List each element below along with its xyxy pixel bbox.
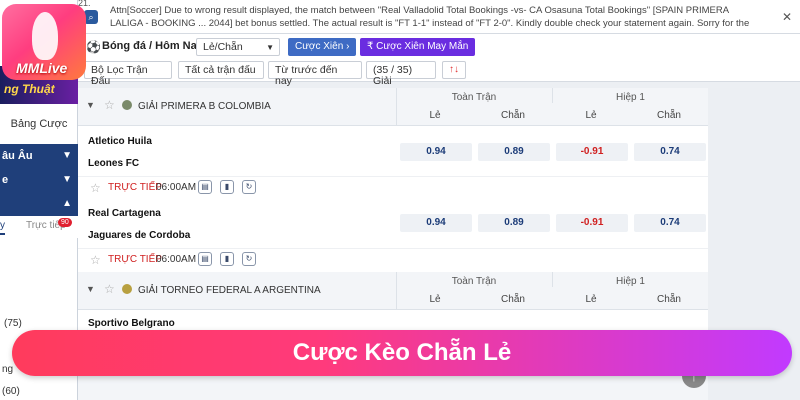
announcement-ticker: Attn[Soccer] Due to wrong result display…	[110, 5, 750, 29]
odd-column-header: Lẻ	[585, 110, 597, 121]
full-match-header: Toàn Trận	[451, 276, 497, 287]
lucky-icon: ₹	[367, 41, 374, 52]
league-header[interactable]: ▼ ☆ GIẢI PRIMERA B COLOMBIA Toàn Trận Hi…	[78, 88, 708, 126]
scoreboard-icon[interactable]: ▤	[198, 180, 212, 194]
match-time: 06:00AM	[156, 182, 197, 193]
odds-button[interactable]: -0.91	[556, 214, 628, 232]
match-time: 06:00AM	[156, 254, 197, 265]
sidebar-nav-label: e	[2, 174, 9, 186]
refresh-icon[interactable]: ↻	[242, 180, 256, 194]
league-name: GIẢI PRIMERA B COLOMBIA	[138, 101, 271, 112]
market-select[interactable]: Lẻ/Chẵn ▼	[196, 38, 280, 56]
full-match-header: Toàn Trận	[451, 92, 497, 103]
next-league-row	[78, 376, 708, 400]
home-team: Atletico Huila	[88, 136, 152, 147]
odds-button[interactable]: -0.91	[556, 143, 628, 161]
first-half-header: Hiệp 1	[552, 272, 708, 287]
league-header[interactable]: ▼ ☆ GIẢI TORNEO FEDERAL A ARGENTINA Toàn…	[78, 272, 708, 310]
breadcrumb[interactable]: Bóng đá / Hôm Nay	[102, 40, 203, 52]
odds-button[interactable]: 0.74	[634, 214, 706, 232]
all-matches-label: Tất cả trận đấu	[185, 64, 256, 76]
sidebar-nav-item-third[interactable]: ▲	[0, 192, 78, 216]
chevron-down-icon: ▼	[266, 43, 274, 52]
sidebar-nav-label: âu Âu	[2, 150, 33, 162]
stats-icon[interactable]: ▮	[220, 252, 234, 266]
odds-button[interactable]: 0.74	[634, 143, 706, 161]
logo-figure-icon	[32, 12, 58, 60]
search-icon[interactable]: ⌕	[84, 10, 98, 24]
live-label: TRỰC TIẾP	[108, 182, 162, 193]
lucky-parlay-button[interactable]: ₹ Cược Xiên May Mắn	[360, 38, 476, 56]
even-column-header: Chẵn	[657, 110, 681, 121]
odds-button[interactable]: 0.89	[478, 214, 550, 232]
soccer-ball-icon: ⚽	[86, 40, 101, 54]
match-filter-label: Bộ Lọc Trận Đấu	[91, 64, 148, 87]
sidebar-count: (75)	[4, 318, 22, 329]
chevron-down-icon[interactable]: ▼	[86, 284, 95, 294]
live-count-badge: 90	[58, 218, 72, 227]
favorite-star-icon[interactable]: ☆	[90, 181, 101, 195]
banner-title: Cược Kèo Chẵn Lẻ	[292, 339, 512, 366]
first-half-header: Hiệp 1	[552, 88, 708, 103]
lucky-parlay-label: Cược Xiên May Mắn	[376, 41, 469, 52]
league-name: GIẢI TORNEO FEDERAL A ARGENTINA	[138, 285, 321, 296]
chevron-down-icon[interactable]: ▼	[86, 100, 95, 110]
favorite-star-icon[interactable]: ☆	[104, 282, 115, 296]
live-label: TRỰC TIẾP	[108, 254, 162, 265]
time-order-label: Từ trước đến nay	[275, 64, 338, 87]
market-select-value: Lẻ/Chẵn	[203, 41, 243, 53]
sidebar-nav-item-second[interactable]: e ▼	[0, 168, 78, 192]
chevron-down-icon: ▼	[62, 174, 72, 185]
home-team: Sportivo Belgrano	[88, 318, 175, 329]
league-count: (35 / 35) Giải	[373, 64, 413, 87]
chevron-down-icon: ▼	[62, 150, 72, 161]
chevron-right-icon: ›	[346, 41, 350, 52]
favorite-star-icon[interactable]: ☆	[90, 253, 101, 267]
match-footer: ☆ TRỰC TIẾP 06:00AM ▤ ▮ ↻	[78, 248, 708, 270]
sort-icon[interactable]: ↑↓	[442, 61, 466, 79]
parlay-button[interactable]: Cược Xiên ›	[288, 38, 357, 56]
league-flag-icon	[122, 100, 132, 110]
time-order-select[interactable]: Từ trước đến nay	[268, 61, 362, 87]
away-team: Jaguares de Cordoba	[88, 230, 191, 241]
promo-text: ng Thuật	[4, 82, 55, 96]
stats-icon[interactable]: ▮	[220, 180, 234, 194]
odd-column-header: Lẻ	[429, 110, 441, 121]
scoreboard-icon[interactable]: ▤	[198, 252, 212, 266]
app-logo: MMLive	[2, 4, 86, 80]
odd-column-header: Lẻ	[585, 294, 597, 305]
refresh-icon[interactable]: ↻	[242, 252, 256, 266]
match-filter-select[interactable]: Bộ Lọc Trận Đấu	[84, 61, 172, 87]
odds-button[interactable]: 0.94	[400, 143, 472, 161]
sidebar-nav-item-europe[interactable]: âu Âu ▼	[0, 144, 78, 168]
league-count-button[interactable]: (35 / 35) Giải	[366, 61, 436, 87]
even-column-header: Chẵn	[501, 110, 525, 121]
odds-button[interactable]: 0.94	[400, 214, 472, 232]
all-matches-select[interactable]: Tất cả trận đấu	[178, 61, 264, 79]
league-flag-icon	[122, 284, 132, 294]
favorite-star-icon[interactable]: ☆	[104, 98, 115, 112]
close-icon[interactable]: ✕	[782, 10, 792, 24]
odd-column-header: Lẻ	[429, 294, 441, 305]
parlay-button-label: Cược Xiên	[295, 41, 344, 52]
odds-button[interactable]: 0.89	[478, 143, 550, 161]
sidebar-count: (60)	[2, 386, 20, 397]
even-column-header: Chẵn	[657, 294, 681, 305]
home-team: Real Cartagena	[88, 208, 161, 219]
away-team: Leones FC	[88, 158, 140, 169]
match-footer: ☆ TRỰC TIẾP 06:00AM ▤ ▮ ↻	[78, 176, 708, 198]
chevron-up-icon: ▲	[62, 198, 72, 209]
tab-today[interactable]: y	[0, 220, 5, 235]
bet-slip-tab[interactable]: Bảng Cược	[0, 114, 78, 134]
logo-brand-text: MMLive	[16, 60, 68, 76]
even-column-header: Chẵn	[501, 294, 525, 305]
title-banner: Cược Kèo Chẵn Lẻ	[12, 330, 792, 376]
